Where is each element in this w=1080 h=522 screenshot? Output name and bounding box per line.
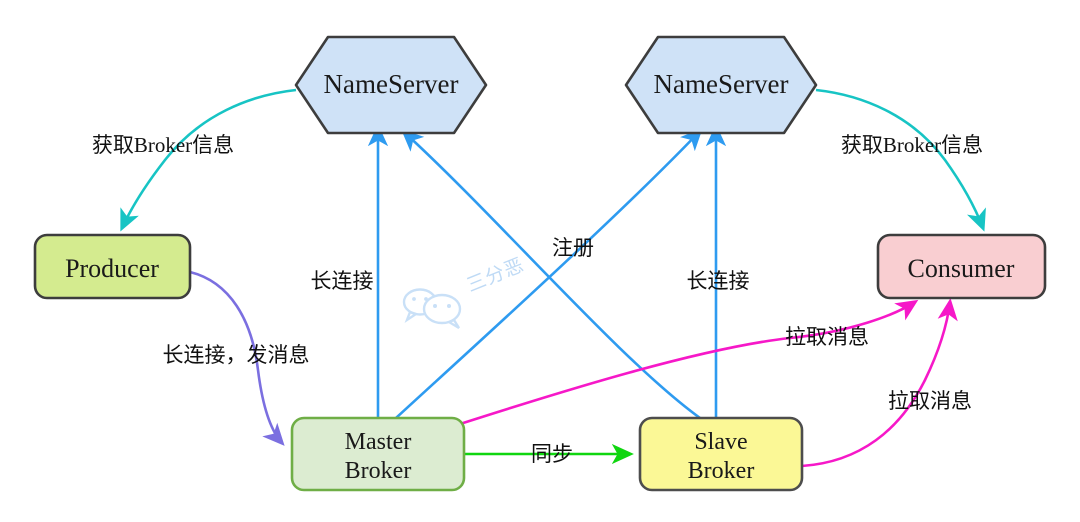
node-nameserver-right[interactable]: NameServer — [624, 35, 818, 135]
edge-label-sync: 同步 — [531, 442, 573, 466]
edge-producer-fetch-path — [120, 88, 297, 232]
edge-label-pull-master: 拉取消息 — [785, 325, 869, 349]
edge-label-pull-slave: 拉取消息 — [888, 389, 972, 413]
producer-label: Producer — [65, 254, 159, 283]
watermark: 三分恶 — [402, 254, 528, 330]
nameserver-left-label: NameServer — [324, 69, 459, 99]
node-nameserver-left[interactable]: NameServer — [294, 35, 488, 135]
node-consumer[interactable]: Consumer — [876, 233, 1047, 300]
node-producer[interactable]: Producer — [33, 233, 192, 300]
diagram-canvas: 三分恶 NameServer NameServer Producer Consu… — [0, 0, 1080, 522]
slave-broker-label-line1: Slave — [694, 429, 747, 455]
watermark-text: 三分恶 — [464, 254, 528, 297]
edge-label-master-keepalive: 长连接 — [311, 269, 374, 293]
node-master-broker[interactable]: Master Broker — [290, 416, 466, 492]
master-broker-label-line1: Master — [345, 429, 412, 455]
node-slave-broker[interactable]: Slave Broker — [638, 416, 804, 492]
consumer-label: Consumer — [908, 254, 1015, 283]
slave-broker-label-line2: Broker — [688, 458, 755, 484]
edge-label-producer-fetch: 获取Broker信息 — [92, 133, 234, 157]
edge-consumer-fetch-path — [815, 88, 986, 232]
nameserver-right-label: NameServer — [654, 69, 789, 99]
diagram-svg: 三分恶 NameServer NameServer Producer Consu… — [33, 35, 1047, 492]
edge-label-producer-send: 长连接，发消息 — [163, 343, 310, 367]
master-broker-label-line2: Broker — [345, 458, 412, 484]
edge-pull-master-path — [459, 299, 919, 426]
edge-label-slave-keepalive: 长连接 — [687, 269, 750, 293]
edge-label-register: 注册 — [552, 236, 594, 260]
edge-label-consumer-fetch: 获取Broker信息 — [841, 133, 983, 157]
